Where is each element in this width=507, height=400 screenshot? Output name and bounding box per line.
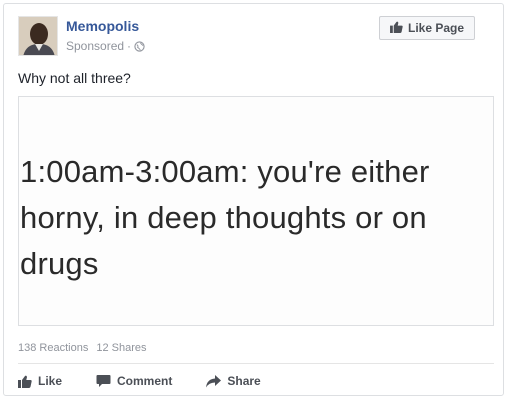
divider	[18, 363, 494, 364]
page-name-link[interactable]: Memopolis	[66, 18, 139, 34]
page-avatar[interactable]	[18, 16, 58, 56]
meta-separator: ·	[127, 39, 132, 53]
thumbs-up-icon	[18, 375, 32, 388]
sponsored-post-card: Memopolis Sponsored · Like Page Why not …	[3, 3, 504, 396]
like-page-label: Like Page	[407, 21, 465, 35]
comment-button[interactable]: Comment	[96, 372, 172, 390]
shares-count[interactable]: 12 Shares	[96, 342, 146, 354]
share-button[interactable]: Share	[206, 372, 261, 390]
share-label: Share	[227, 374, 261, 388]
post-meta: Sponsored ·	[66, 39, 145, 53]
meme-text: 1:00am-3:00am: you're either horny, in d…	[20, 154, 430, 281]
thumbs-up-icon	[390, 21, 403, 36]
reactions-count[interactable]: 138 Reactions	[18, 342, 88, 354]
post-actions: Like Comment Share	[18, 372, 295, 390]
comment-label: Comment	[117, 374, 173, 388]
comment-icon	[96, 374, 111, 388]
like-label: Like	[38, 374, 63, 388]
share-arrow-icon	[206, 374, 222, 388]
post-stats: 138 Reactions 12 Shares	[18, 342, 146, 354]
like-button[interactable]: Like	[18, 372, 62, 390]
like-page-button[interactable]: Like Page	[379, 16, 475, 40]
sponsored-label[interactable]: Sponsored	[66, 39, 124, 53]
meme-image[interactable]: 1:00am-3:00am: you're either horny, in d…	[18, 96, 494, 326]
globe-icon	[134, 40, 145, 52]
post-text: Why not all three?	[18, 70, 131, 86]
